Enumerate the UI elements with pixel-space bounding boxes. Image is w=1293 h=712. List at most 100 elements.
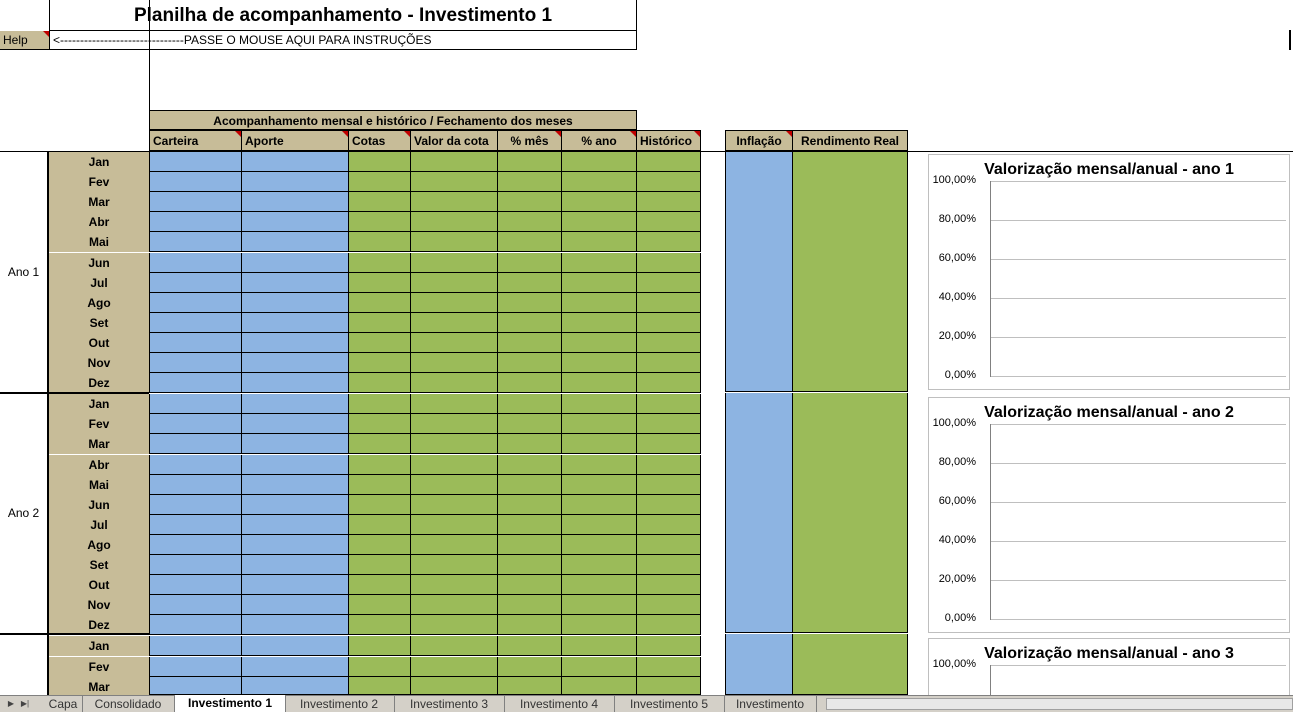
data-cell[interactable] (637, 636, 701, 656)
rendimento-real-cell[interactable] (793, 152, 908, 392)
month-cell[interactable]: Jun (49, 495, 149, 515)
data-cell[interactable] (349, 636, 411, 656)
data-cell[interactable] (562, 353, 637, 373)
data-cell[interactable] (242, 495, 349, 515)
data-cell[interactable] (411, 475, 498, 495)
scroll-last-tab-icon[interactable]: ▶| (20, 698, 30, 710)
data-cell[interactable] (411, 253, 498, 273)
data-cell[interactable] (498, 515, 562, 535)
data-cell[interactable] (242, 595, 349, 615)
data-cell[interactable] (637, 212, 701, 232)
data-cell[interactable] (637, 434, 701, 454)
data-cell[interactable] (242, 475, 349, 495)
data-cell[interactable] (349, 595, 411, 615)
data-cell[interactable] (149, 657, 242, 677)
data-cell[interactable] (149, 232, 242, 252)
data-cell[interactable] (498, 172, 562, 192)
chart-year-2[interactable]: Valorização mensal/anual - ano 2 100,00%… (928, 397, 1290, 633)
data-cell[interactable] (349, 373, 411, 393)
header-inflacao[interactable]: Inflação (725, 130, 793, 151)
data-cell[interactable] (411, 636, 498, 656)
data-cell[interactable] (242, 293, 349, 313)
data-cell[interactable] (149, 677, 242, 695)
data-cell[interactable] (149, 333, 242, 353)
month-cell[interactable]: Fev (49, 172, 149, 192)
data-cell[interactable] (498, 152, 562, 172)
data-cell[interactable] (562, 212, 637, 232)
data-cell[interactable] (242, 353, 349, 373)
data-cell[interactable] (242, 575, 349, 595)
data-cell[interactable] (498, 495, 562, 515)
data-cell[interactable] (637, 313, 701, 333)
data-cell[interactable] (637, 595, 701, 615)
data-cell[interactable] (498, 212, 562, 232)
data-cell[interactable] (149, 575, 242, 595)
data-cell[interactable] (637, 495, 701, 515)
data-cell[interactable] (562, 434, 637, 454)
data-cell[interactable] (149, 313, 242, 333)
data-cell[interactable] (498, 253, 562, 273)
month-cell[interactable]: Fev (49, 657, 149, 677)
month-cell[interactable]: Jan (49, 636, 149, 656)
data-cell[interactable] (562, 677, 637, 695)
data-cell[interactable] (149, 273, 242, 293)
data-cell[interactable] (149, 495, 242, 515)
data-cell[interactable] (562, 495, 637, 515)
data-cell[interactable] (498, 394, 562, 414)
month-cell[interactable]: Jan (49, 152, 149, 172)
data-cell[interactable] (637, 535, 701, 555)
data-cell[interactable] (242, 535, 349, 555)
data-cell[interactable] (349, 657, 411, 677)
data-cell[interactable] (242, 677, 349, 695)
data-cell[interactable] (498, 455, 562, 475)
data-cell[interactable] (637, 353, 701, 373)
data-cell[interactable] (498, 414, 562, 434)
data-cell[interactable] (149, 152, 242, 172)
data-cell[interactable] (562, 253, 637, 273)
data-cell[interactable] (149, 293, 242, 313)
data-cell[interactable] (637, 152, 701, 172)
data-cell[interactable] (349, 555, 411, 575)
data-cell[interactable] (498, 293, 562, 313)
data-cell[interactable] (349, 353, 411, 373)
header-aporte[interactable]: Aporte (242, 130, 349, 151)
data-cell[interactable] (149, 434, 242, 454)
data-cell[interactable] (242, 414, 349, 434)
data-cell[interactable] (637, 677, 701, 695)
data-cell[interactable] (149, 192, 242, 212)
data-cell[interactable] (562, 615, 637, 635)
data-cell[interactable] (562, 152, 637, 172)
inflacao-cell[interactable] (725, 634, 793, 695)
data-cell[interactable] (562, 535, 637, 555)
horizontal-scrollbar[interactable] (826, 698, 1293, 710)
data-cell[interactable] (149, 212, 242, 232)
data-cell[interactable] (349, 677, 411, 695)
data-cell[interactable] (498, 535, 562, 555)
header-cotas[interactable]: Cotas (349, 130, 411, 151)
rendimento-real-cell[interactable] (793, 634, 908, 695)
data-cell[interactable] (349, 434, 411, 454)
scroll-first-tab-icon[interactable]: ▶ (6, 698, 16, 710)
data-cell[interactable] (242, 394, 349, 414)
data-cell[interactable] (149, 515, 242, 535)
sheet-tab-consolidado[interactable]: Consolidado (82, 696, 175, 712)
month-cell[interactable]: Ago (49, 293, 149, 313)
data-cell[interactable] (637, 232, 701, 252)
data-cell[interactable] (242, 373, 349, 393)
data-cell[interactable] (637, 192, 701, 212)
data-cell[interactable] (498, 373, 562, 393)
data-cell[interactable] (349, 273, 411, 293)
data-cell[interactable] (498, 313, 562, 333)
data-cell[interactable] (242, 333, 349, 353)
data-cell[interactable] (562, 394, 637, 414)
month-cell[interactable]: Mar (49, 677, 149, 695)
data-cell[interactable] (637, 455, 701, 475)
data-cell[interactable] (637, 333, 701, 353)
data-cell[interactable] (498, 615, 562, 635)
data-cell[interactable] (242, 555, 349, 575)
header-pct-ano[interactable]: % ano (562, 130, 637, 151)
data-cell[interactable] (242, 455, 349, 475)
data-cell[interactable] (562, 595, 637, 615)
data-cell[interactable] (242, 273, 349, 293)
data-cell[interactable] (149, 475, 242, 495)
